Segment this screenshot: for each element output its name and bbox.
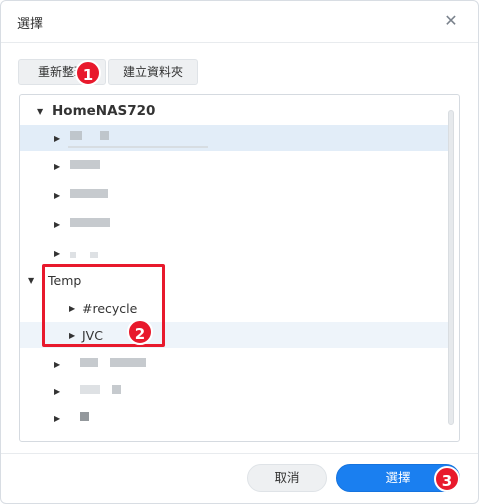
redacted-text	[90, 252, 98, 258]
caret-right-icon[interactable]: ▶	[54, 162, 64, 172]
tree-item-redacted[interactable]: ▶	[20, 153, 450, 179]
tree-item-redacted[interactable]: ▶	[20, 378, 450, 404]
tree-item-redacted[interactable]: ▶	[20, 211, 450, 237]
redacted-text	[70, 160, 100, 169]
annotation-badge-1: 1	[75, 60, 101, 86]
close-icon[interactable]: ✕	[441, 11, 461, 31]
caret-right-icon[interactable]: ▶	[54, 220, 64, 230]
caret-right-icon[interactable]: ▶	[54, 191, 64, 201]
redacted-text	[68, 146, 208, 148]
redacted-text	[70, 131, 82, 140]
caret-right-icon[interactable]: ▶	[54, 134, 64, 144]
tree-root-label: HomeNAS720	[52, 103, 156, 119]
caret-right-icon[interactable]: ▶	[54, 360, 64, 370]
dialog-titlebar: 選擇 ✕	[1, 1, 478, 43]
tree-scrollbar[interactable]	[448, 110, 454, 425]
redacted-text	[70, 252, 76, 258]
annotation-badge-2: 2	[127, 319, 153, 345]
cancel-button[interactable]: 取消	[247, 464, 327, 492]
create-folder-button[interactable]: 建立資料夾	[108, 59, 198, 85]
caret-down-icon[interactable]: ▼	[28, 276, 38, 286]
redacted-text	[100, 131, 109, 140]
caret-down-icon[interactable]: ▼	[37, 107, 47, 117]
redacted-text	[80, 412, 89, 421]
annotation-badge-3: 3	[434, 466, 460, 492]
redacted-text	[80, 385, 100, 394]
tree-item-redacted[interactable]: ▶	[20, 125, 450, 151]
redacted-text	[70, 218, 110, 227]
tree-item-redacted[interactable]: ▶	[20, 351, 450, 377]
tree-item-redacted[interactable]: ▶	[20, 182, 450, 208]
footer-divider	[1, 453, 478, 454]
select-folder-dialog: 選擇 ✕ 重新整理 建立資料夾 ▼ HomeNAS720 ▶ ▶ ▶ ▶ ▶ ▼…	[0, 0, 479, 504]
caret-right-icon[interactable]: ▶	[54, 249, 64, 259]
tree-root-row[interactable]: ▼ HomeNAS720	[20, 98, 450, 124]
caret-right-icon[interactable]: ▶	[54, 414, 64, 424]
redacted-text	[110, 358, 146, 367]
tree-item-redacted[interactable]: ▶	[20, 240, 450, 266]
caret-right-icon[interactable]: ▶	[54, 387, 64, 397]
redacted-text	[80, 358, 98, 367]
redacted-text	[70, 189, 108, 198]
tree-item-redacted[interactable]: ▶	[20, 405, 450, 431]
redacted-text	[112, 385, 121, 394]
dialog-title: 選擇	[17, 17, 44, 32]
